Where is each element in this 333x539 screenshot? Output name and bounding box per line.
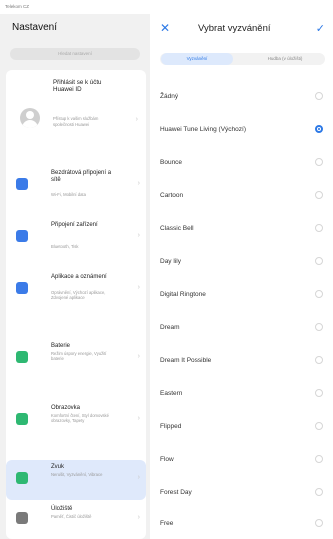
tab-bar: Vyzvánění Hudba (v úložišti): [160, 53, 325, 65]
chevron-right-icon: ›: [137, 353, 140, 360]
ringtone-option[interactable]: Forest Day: [160, 478, 325, 508]
ringtone-option[interactable]: Cartoon: [160, 181, 325, 211]
ringtone-label: Digital Ringtone: [160, 291, 206, 298]
settings-item-device-connect[interactable]: Připojení zařízení Bluetooth, Tisk ›: [6, 222, 146, 262]
search-input[interactable]: Hledat nastavení: [10, 48, 140, 60]
radio-button[interactable]: [315, 356, 323, 364]
chevron-right-icon: ›: [137, 180, 140, 187]
ringtone-label: Dream: [160, 324, 180, 331]
settings-item-wireless[interactable]: Bezdrátová připojení a sítě Wi-Fi, Mobil…: [6, 170, 146, 218]
ringtone-label: Eastern: [160, 390, 183, 397]
settings-item-subtitle: Režim úspory energie, Využití baterie: [51, 351, 107, 361]
status-bar: Telekom CZ ▮▮ 87%: [0, 0, 333, 529]
settings-item-subtitle: Paměť, Čistič úložiště: [51, 514, 92, 519]
ringtone-option[interactable]: Classic Bell: [160, 214, 325, 244]
battery-icon: [16, 351, 28, 363]
carrier-label: Telekom CZ: [5, 4, 30, 9]
radio-button[interactable]: [315, 92, 323, 100]
settings-item-title: Obrazovka: [51, 405, 81, 411]
ringtone-pane: ✕ Vybrat vyzvánění ✓ Vyzvánění Hudba (v …: [150, 14, 333, 539]
apps-icon: [16, 282, 28, 294]
ringtone-option[interactable]: Flow: [160, 445, 325, 475]
account-title: Přihlásit se k účtu Huawei ID: [53, 79, 102, 93]
settings-item-subtitle: Bluetooth, Tisk: [51, 244, 79, 249]
ringtone-label: Bounce: [160, 159, 183, 166]
ringtone-label: Flow: [160, 456, 174, 463]
ringtone-label: Flipped: [160, 423, 182, 430]
settings-item-title: Bezdrátová připojení a sítě: [51, 170, 112, 183]
tab-music-storage[interactable]: Hudba (v úložišti): [248, 53, 322, 65]
radio-button[interactable]: [315, 191, 323, 199]
page-title: Nastavení: [12, 22, 58, 33]
chevron-right-icon: ›: [137, 284, 140, 291]
radio-button[interactable]: [315, 257, 323, 265]
ringtone-label: Žádný: [160, 93, 179, 100]
confirm-check-icon[interactable]: ✓: [316, 22, 325, 35]
ringtone-label: Day lily: [160, 258, 181, 265]
chevron-right-icon: ›: [137, 474, 140, 481]
radio-button[interactable]: [315, 323, 323, 331]
ringtone-option[interactable]: Flipped: [160, 412, 325, 442]
wifi-icon: [16, 178, 28, 190]
chevron-right-icon: ›: [137, 415, 140, 422]
ringtone-label: Forest Day: [160, 489, 192, 496]
settings-item-title: Zvuk: [51, 464, 65, 470]
settings-item-subtitle: Nerušit, Vyzvánění, Vibrace: [51, 472, 103, 477]
ringtone-label: Cartoon: [160, 192, 184, 199]
ringtone-option[interactable]: Žádný: [160, 82, 325, 112]
ringtone-label: Dream It Possible: [160, 357, 212, 364]
chevron-right-icon: ›: [135, 116, 138, 123]
device-connect-icon: [16, 230, 28, 242]
settings-item-title: Připojení zařízení: [51, 222, 98, 228]
radio-button[interactable]: [315, 519, 323, 527]
chevron-right-icon: ›: [137, 232, 140, 239]
ringtone-option[interactable]: Dream It Possible: [160, 346, 325, 376]
account-subtitle: Přístup k vašim službám společnosti Huaw…: [53, 116, 99, 127]
sound-icon: [16, 472, 28, 484]
storage-icon: [16, 512, 28, 524]
ringtone-label: Free: [160, 520, 174, 527]
settings-item-title: Aplikace a oznámení: [51, 274, 107, 280]
ringtone-option[interactable]: Bounce: [160, 148, 325, 178]
settings-item-battery[interactable]: Baterie Režim úspory energie, Využití ba…: [6, 343, 146, 391]
chevron-right-icon: ›: [137, 514, 140, 521]
settings-item-title: Úložiště: [51, 506, 73, 512]
radio-button[interactable]: [315, 488, 323, 496]
settings-item-sound[interactable]: Zvuk Nerušit, Vyzvánění, Vibrace ›: [6, 460, 146, 500]
avatar-icon: [20, 108, 40, 128]
radio-button[interactable]: [315, 224, 323, 232]
display-icon: [16, 413, 28, 425]
ringtone-option[interactable]: Eastern: [160, 379, 325, 409]
ringtone-option[interactable]: Dream: [160, 313, 325, 343]
settings-item-apps[interactable]: Aplikace a oznámení Oprávnění, Výchozí a…: [6, 274, 146, 334]
settings-item-title: Baterie: [51, 343, 71, 349]
radio-button[interactable]: [315, 455, 323, 463]
close-icon[interactable]: ✕: [160, 21, 170, 35]
ringtone-label: Huawei Tune Living (Výchozí): [160, 126, 246, 133]
settings-item-display[interactable]: Obrazovka Komfortní čtení, Styl domovské…: [6, 405, 146, 455]
settings-item-subtitle: Komfortní čtení, Styl domovské obrazovky…: [51, 413, 109, 423]
radio-button[interactable]: [315, 290, 323, 298]
ringtone-label: Classic Bell: [160, 225, 194, 232]
settings-item-storage[interactable]: Úložiště Paměť, Čistič úložiště ›: [6, 506, 146, 536]
ringtone-title: Vybrat vyzvánění: [198, 23, 271, 34]
ringtone-option[interactable]: Digital Ringtone: [160, 280, 325, 310]
radio-button[interactable]: [315, 158, 323, 166]
radio-button[interactable]: [315, 389, 323, 397]
ringtone-option[interactable]: Day lily: [160, 247, 325, 277]
radio-button-selected[interactable]: [315, 125, 323, 133]
settings-pane: Nastavení Hledat nastavení Přihlásit se …: [0, 14, 150, 539]
ringtone-option[interactable]: Huawei Tune Living (Výchozí): [160, 115, 325, 145]
settings-item-subtitle: Oprávnění, Výchozí aplikace, Zdvojené ap…: [51, 290, 106, 300]
radio-button[interactable]: [315, 422, 323, 430]
settings-item-subtitle: Wi-Fi, Mobilní data: [51, 192, 86, 197]
ringtone-option[interactable]: Free: [160, 509, 325, 539]
tab-ringtones[interactable]: Vyzvánění: [161, 53, 233, 65]
settings-list: Bezdrátová připojení a sítě Wi-Fi, Mobil…: [6, 154, 146, 539]
